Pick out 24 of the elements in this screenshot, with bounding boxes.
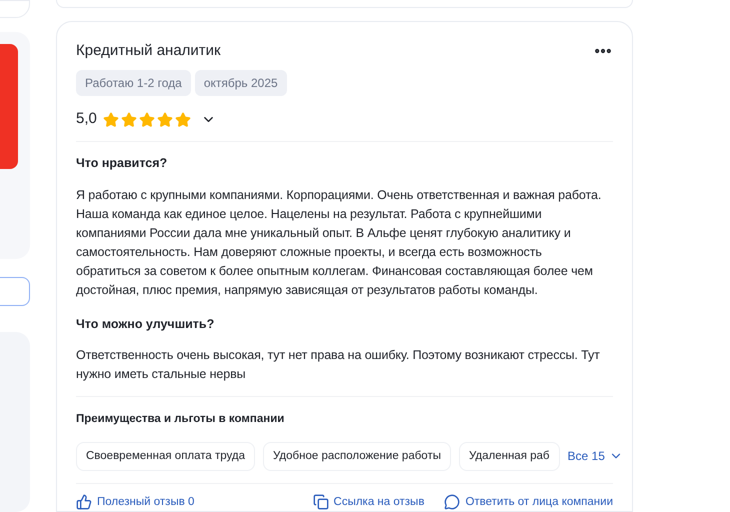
review-text: Ответственность очень высокая, тут нет права на ошибку. Поэтому возникают стрессы. Тут нужно иметь стальные нервы: [76, 347, 601, 384]
tag: октябрь 2025: [194, 70, 287, 96]
speech-bubble-icon: [444, 494, 460, 510]
copy-icon: [312, 494, 329, 510]
section-heading: Что нравится?: [76, 154, 168, 172]
reply-button[interactable]: Ответить от лица компании: [444, 494, 613, 511]
star-icon: [120, 112, 137, 128]
star-icon: [156, 112, 173, 128]
link-button[interactable]: Ссылка на отзыв: [312, 494, 424, 511]
section-heading: Что можно улучшить?: [76, 316, 216, 333]
tag: Работаю 1-2 года: [76, 70, 191, 96]
star-icon: [102, 112, 119, 128]
review-title: Кредитный аналитик: [76, 40, 221, 61]
benefit-chip: Своевременная оплата труда: [76, 442, 256, 471]
like-button[interactable]: Полезный отзыв 0: [76, 494, 194, 511]
show-all-link[interactable]: Все 15: [568, 447, 623, 466]
star-icon: [174, 112, 191, 128]
review-text: Я работаю с крупными компаниями. Корпорациями. Очень ответственная и важная работа. Наша команда как единое целое. Нацелены на результат. Работа с крупнейшими компаниями России дала мне уникальный опыт. В Альфе ценят глубокую аналитику и самостоятельность. Нам доверяют сложные проекты, и всегда есть возможность обратиться за советом к более опытным коллегам. Финансовая составляющая более чем достойная, плюс премия, напрямую зависящая от результатов работы команды.: [76, 186, 602, 299]
star-icon: [138, 112, 155, 128]
benefit-chip: Удобное расположение работы: [263, 442, 451, 471]
benefit-chip: Удаленная раб: [458, 442, 560, 471]
rating-value: 5,0: [76, 109, 97, 130]
thumbs-up-icon: [76, 494, 92, 510]
section-heading: Преимущества и льготы в компании: [76, 412, 286, 428]
